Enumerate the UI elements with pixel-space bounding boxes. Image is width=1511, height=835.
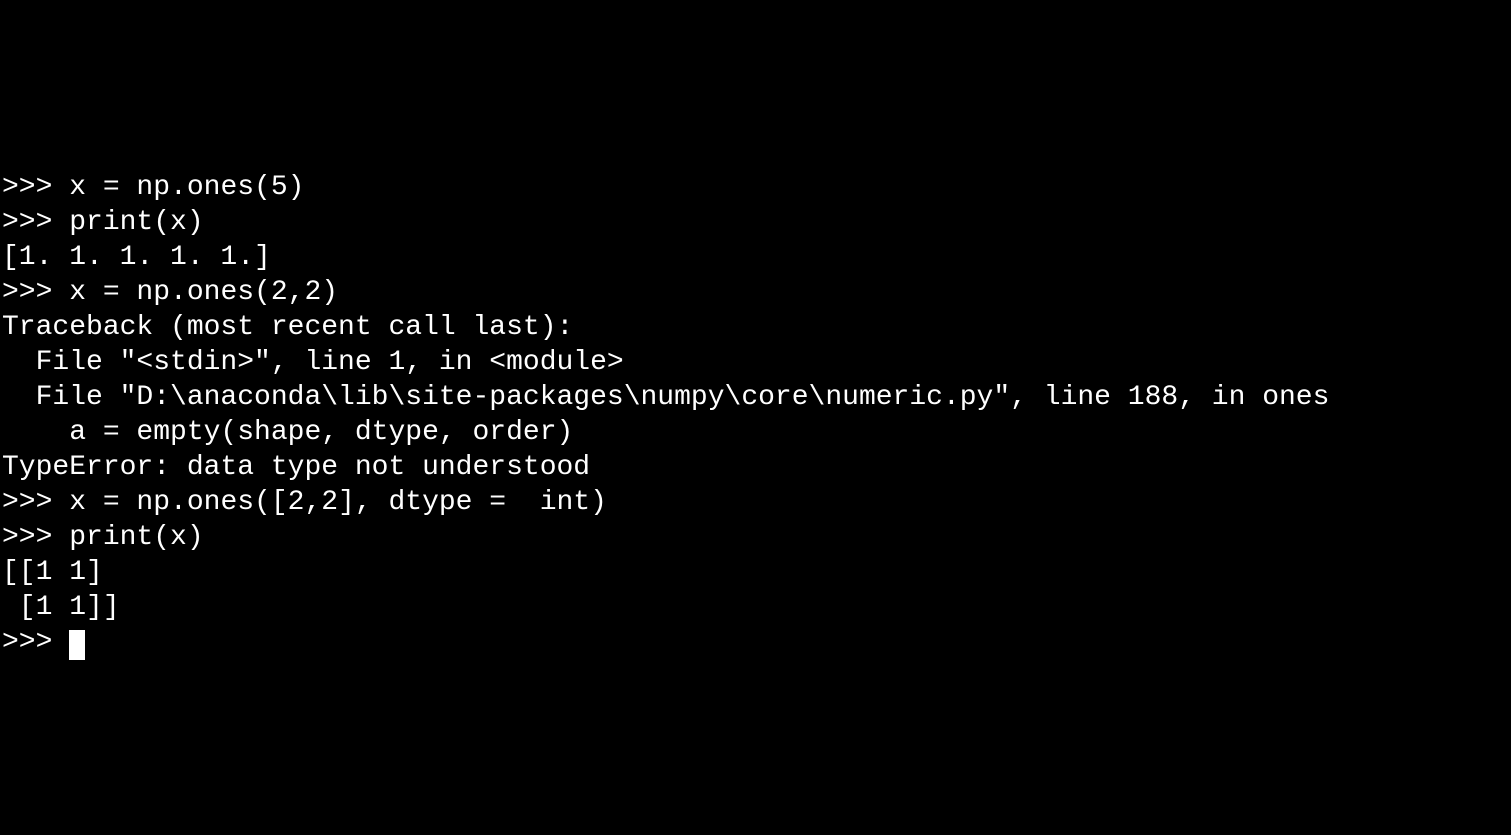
prompt: >>> (2, 207, 69, 238)
output-text: [1. 1. 1. 1. 1.] (2, 242, 271, 273)
traceback-file: File "D:\anaconda\lib\site-packages\nump… (2, 382, 1329, 413)
cursor[interactable] (69, 630, 85, 660)
terminal-line: File "D:\anaconda\lib\site-packages\nump… (2, 380, 1511, 415)
traceback-file: File "<stdin>", line 1, in <module> (2, 347, 624, 378)
traceback-header: Traceback (most recent call last): (2, 312, 573, 343)
traceback-code: a = empty(shape, dtype, order) (2, 417, 573, 448)
terminal-line: >>> x = np.ones([2,2], dtype = int) (2, 485, 1511, 520)
input-code: print(x) (69, 522, 203, 553)
prompt: >>> (2, 277, 69, 308)
output-text: [1 1]] (2, 592, 120, 623)
terminal-line: [1. 1. 1. 1. 1.] (2, 240, 1511, 275)
output-text: [[1 1] (2, 557, 103, 588)
terminal-line: [[1 1] (2, 555, 1511, 590)
input-code: x = np.ones(5) (69, 172, 304, 203)
terminal-output[interactable]: >>> x = np.ones(5)>>> print(x)[1. 1. 1. … (0, 140, 1511, 660)
terminal-line: Traceback (most recent call last): (2, 310, 1511, 345)
input-code: x = np.ones(2,2) (69, 277, 338, 308)
terminal-line: >>> x = np.ones(2,2) (2, 275, 1511, 310)
terminal-line: >>> print(x) (2, 205, 1511, 240)
terminal-line: >>> (2, 625, 1511, 660)
terminal-line: [1 1]] (2, 590, 1511, 625)
prompt: >>> (2, 487, 69, 518)
error-message: TypeError: data type not understood (2, 452, 590, 483)
terminal-line: a = empty(shape, dtype, order) (2, 415, 1511, 450)
terminal-line: >>> x = np.ones(5) (2, 170, 1511, 205)
prompt: >>> (2, 172, 69, 203)
input-code: x = np.ones([2,2], dtype = int) (69, 487, 607, 518)
terminal-line: >>> print(x) (2, 520, 1511, 555)
terminal-line: TypeError: data type not understood (2, 450, 1511, 485)
prompt: >>> (2, 627, 69, 658)
prompt: >>> (2, 522, 69, 553)
input-code: print(x) (69, 207, 203, 238)
terminal-line: File "<stdin>", line 1, in <module> (2, 345, 1511, 380)
